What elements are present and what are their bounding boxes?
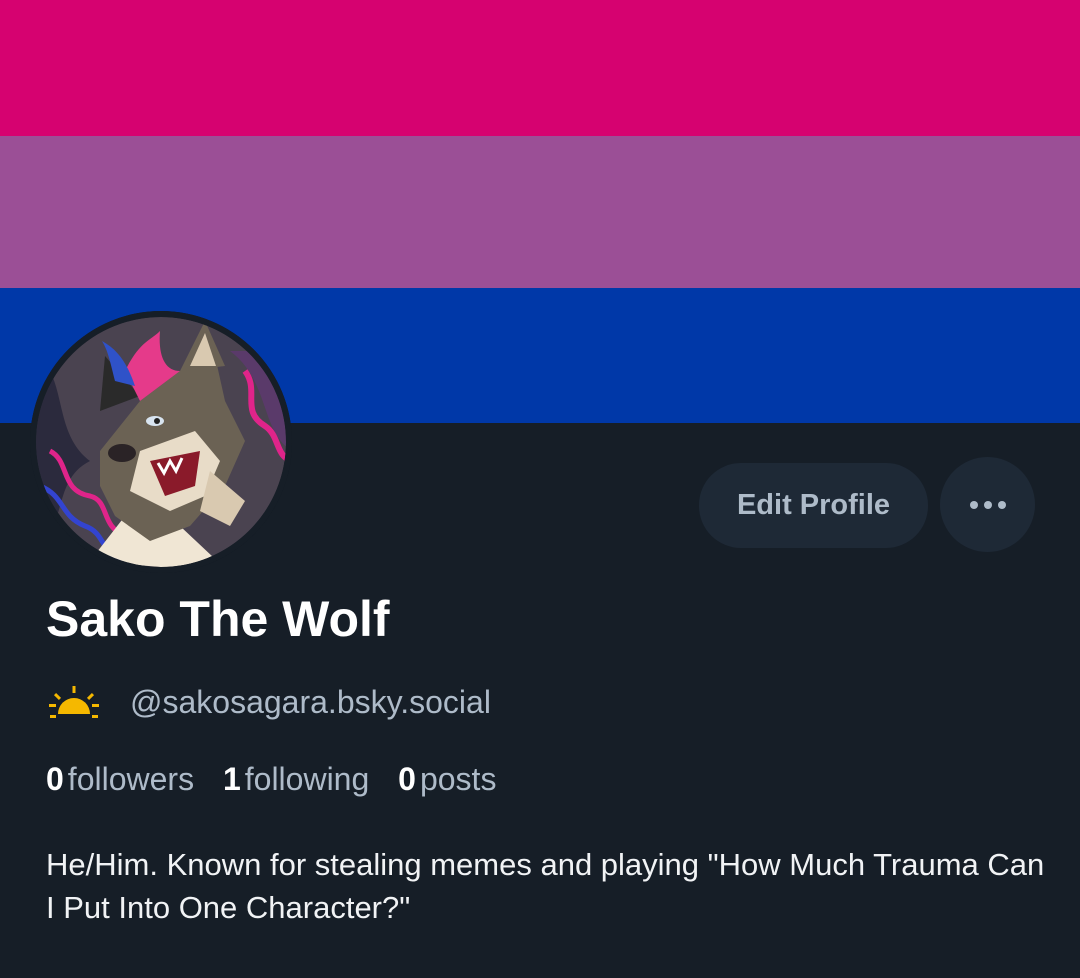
followers-count: 0 [46, 761, 64, 797]
profile-stats: 0 followers 1 following 0 posts [46, 761, 516, 798]
sunrise-icon [49, 686, 99, 718]
more-horizontal-icon [969, 500, 1006, 509]
display-name: Sako The Wolf [46, 591, 390, 647]
posts-stat: 0 posts [398, 761, 496, 797]
edit-profile-button[interactable]: Edit Profile [699, 463, 928, 548]
followers-stat[interactable]: 0 followers [46, 761, 194, 797]
following-stat[interactable]: 1 following [223, 761, 369, 797]
handle-row: @sakosagara.bsky.social [46, 680, 491, 724]
posts-count: 0 [398, 761, 416, 797]
avatar[interactable] [30, 311, 292, 573]
profile-bio: He/Him. Known for stealing memes and pla… [46, 847, 1045, 925]
handle[interactable]: @sakosagara.bsky.social [130, 684, 491, 721]
more-options-button[interactable] [940, 457, 1035, 552]
following-label: following [244, 761, 370, 797]
following-count: 1 [222, 761, 241, 797]
posts-label: posts [419, 761, 497, 797]
banner-stripe-purple [0, 136, 1080, 288]
followers-label: followers [67, 761, 195, 797]
banner-stripe-pink [0, 0, 1080, 136]
